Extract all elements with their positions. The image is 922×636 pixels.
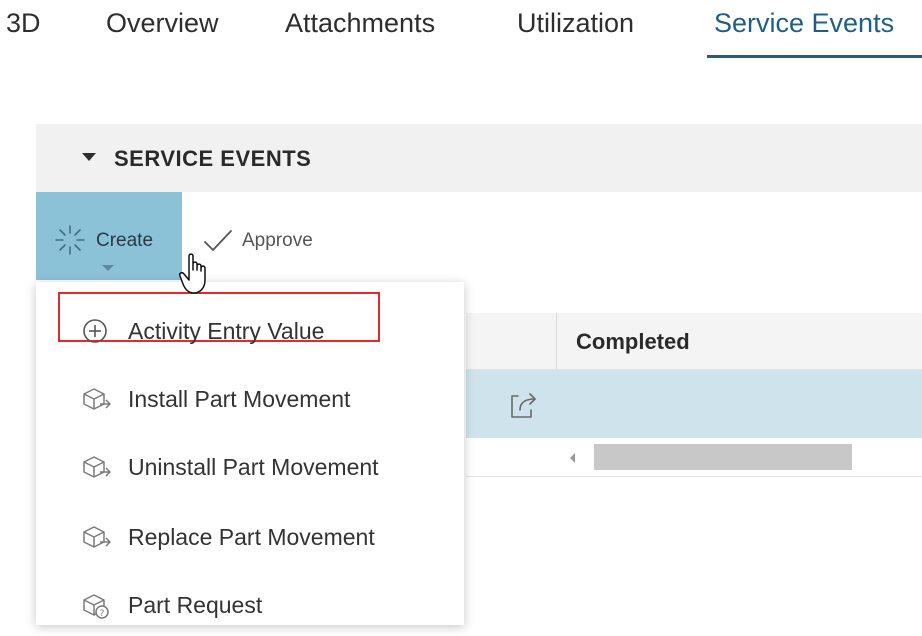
tab-utilization[interactable]: Utilization: [517, 8, 634, 39]
column-separator[interactable]: [556, 313, 557, 369]
part-movement-icon: [80, 384, 112, 419]
create-button[interactable]: Create: [36, 192, 182, 280]
menu-item-uninstall-part-movement[interactable]: Uninstall Part Movement: [36, 438, 464, 498]
menu-item-replace-part-movement[interactable]: Replace Part Movement: [36, 508, 464, 568]
horizontal-scrollbar[interactable]: [466, 440, 922, 477]
tab-3d[interactable]: 3D: [6, 8, 41, 39]
service-events-panel-header[interactable]: SERVICE EVENTS: [36, 124, 922, 192]
sparkle-icon: [52, 222, 88, 263]
approve-button-label: Approve: [242, 230, 313, 251]
collapse-caret-icon[interactable]: [82, 153, 96, 161]
hand-cursor-icon: [178, 252, 212, 301]
svg-text:?: ?: [100, 609, 105, 619]
part-movement-icon: [80, 452, 112, 487]
active-tab-indicator: [707, 55, 922, 58]
grid-header: Completed: [466, 313, 922, 370]
table-row[interactable]: [466, 370, 922, 438]
menu-item-label: Uninstall Part Movement: [128, 454, 379, 480]
menu-item-activity-entry-value[interactable]: Activity Entry Value: [36, 302, 464, 362]
scroll-thumb[interactable]: [594, 444, 852, 470]
part-request-icon: ?: [80, 590, 112, 625]
menu-item-label: Replace Part Movement: [128, 524, 375, 550]
scroll-left-arrow-icon[interactable]: [570, 453, 575, 463]
menu-item-label: Activity Entry Value: [128, 318, 325, 344]
tab-attachments[interactable]: Attachments: [285, 8, 435, 39]
tab-overview[interactable]: Overview: [106, 8, 219, 39]
create-button-label: Create: [96, 230, 154, 251]
chevron-down-icon: [102, 265, 114, 271]
open-record-icon[interactable]: [508, 390, 540, 425]
panel-title: SERVICE EVENTS: [114, 146, 312, 171]
tab-bar: 3D Overview Attachments Utilization Serv…: [0, 0, 922, 62]
panel-toolbar: Create Approve: [36, 192, 922, 288]
tab-service-events[interactable]: Service Events: [714, 8, 894, 39]
menu-item-install-part-movement[interactable]: Install Part Movement: [36, 370, 464, 430]
menu-item-part-request[interactable]: ? Part Request: [36, 576, 464, 636]
column-header-completed[interactable]: Completed: [576, 329, 690, 355]
plus-circle-icon: [80, 316, 110, 351]
menu-item-label: Part Request: [128, 592, 263, 618]
part-movement-icon: [80, 522, 112, 557]
menu-item-label: Install Part Movement: [128, 386, 351, 412]
create-dropdown-menu: Activity Entry Value Install Part Moveme…: [36, 282, 464, 625]
